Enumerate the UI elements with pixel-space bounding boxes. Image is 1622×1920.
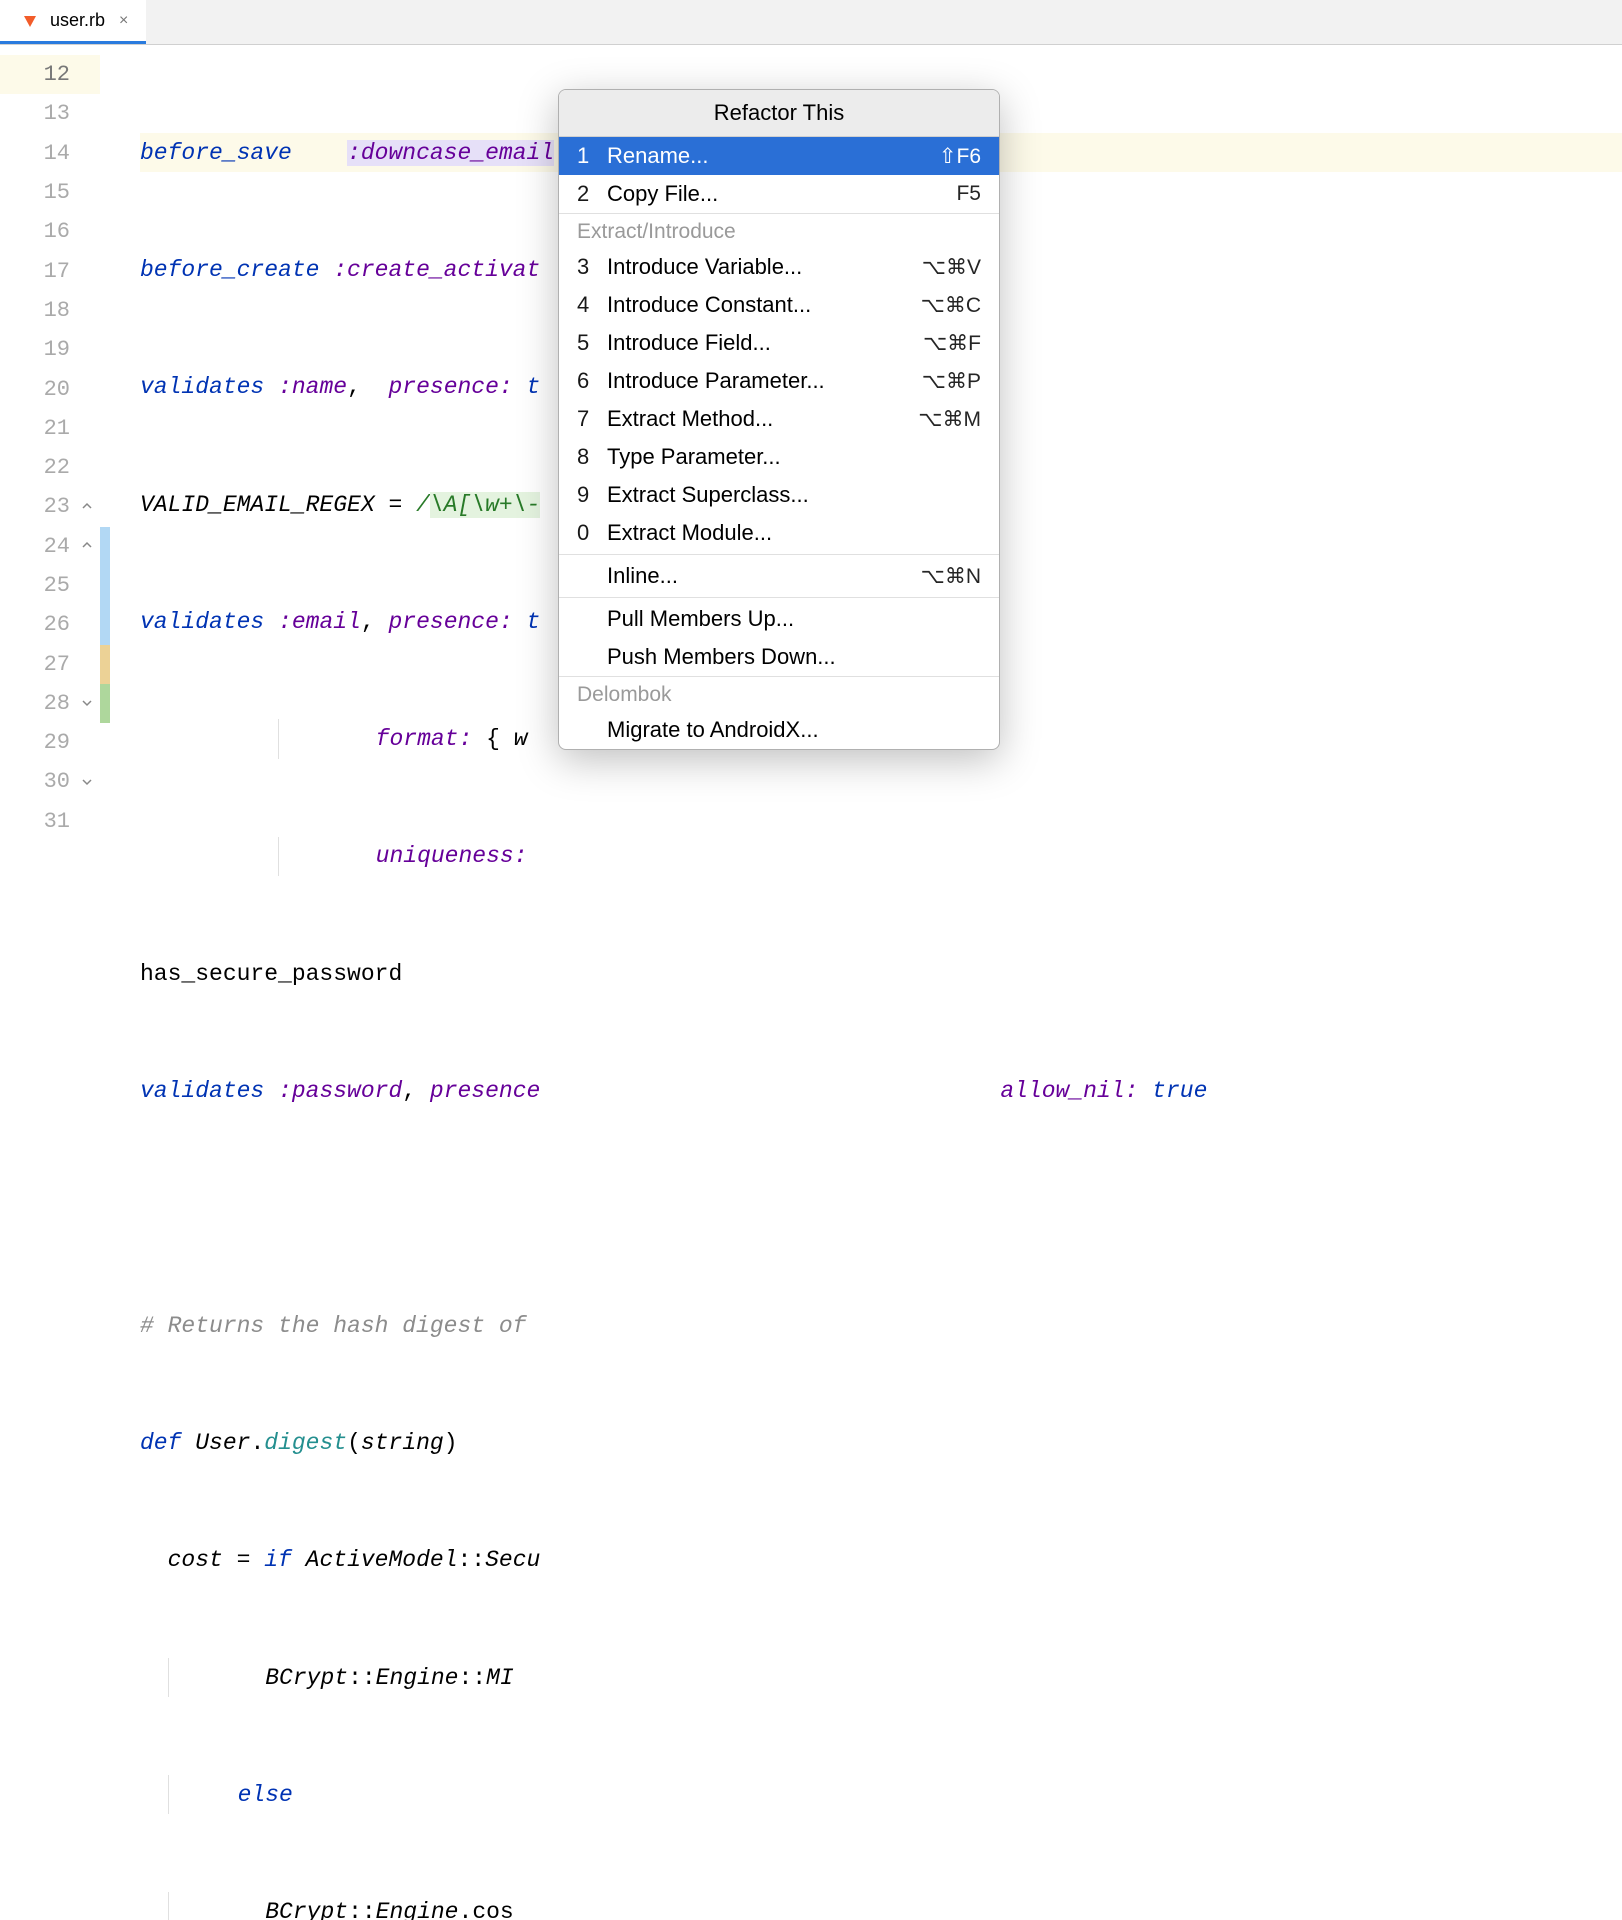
menu-item-label: Introduce Field... — [605, 330, 923, 356]
gutter-line-number: 20 — [0, 369, 100, 408]
gutter-line-number: 12 — [0, 55, 100, 94]
menu-item-number: 3 — [577, 254, 605, 280]
separator — [559, 597, 999, 598]
menu-item-number: 5 — [577, 330, 605, 356]
menu-item-number: 0 — [577, 520, 605, 546]
gutter-line-number: 23 — [0, 487, 100, 526]
fold-collapse-icon[interactable] — [80, 539, 94, 553]
gutter-line-number: 30 — [0, 762, 100, 801]
gutter-line-number: 26 — [0, 605, 100, 644]
menu-item-migrate-to-androidx[interactable]: Migrate to AndroidX... — [559, 711, 999, 749]
menu-item-label: Pull Members Up... — [605, 606, 981, 632]
menu-item-pull-members-up[interactable]: Pull Members Up... — [559, 600, 999, 638]
file-tab[interactable]: user.rb × — [0, 0, 146, 44]
menu-item-shortcut: F5 — [956, 182, 981, 206]
menu-item-introduce-parameter[interactable]: 6Introduce Parameter...⌥⌘P — [559, 362, 999, 400]
menu-item-label: Extract Method... — [605, 406, 918, 432]
menu-item-number: 4 — [577, 292, 605, 318]
menu-item-introduce-field[interactable]: 5Introduce Field...⌥⌘F — [559, 324, 999, 362]
gutter-line-number: 14 — [0, 134, 100, 173]
gutter-line-number: 17 — [0, 251, 100, 290]
popup-title: Refactor This — [559, 90, 999, 137]
menu-item-introduce-variable[interactable]: 3Introduce Variable...⌥⌘V — [559, 248, 999, 286]
tab-label: user.rb — [50, 10, 105, 31]
code-line: else — [140, 1775, 1622, 1814]
menu-item-inline[interactable]: Inline...⌥⌘N — [559, 557, 999, 595]
menu-item-shortcut: ⌥⌘M — [918, 407, 981, 432]
gutter-line-number: 15 — [0, 173, 100, 212]
menu-item-type-parameter[interactable]: 8Type Parameter... — [559, 438, 999, 476]
menu-item-label: Copy File... — [605, 181, 956, 207]
menu-item-number: 1 — [577, 143, 605, 169]
gutter-line-number: 31 — [0, 802, 100, 841]
menu-item-label: Rename... — [605, 143, 939, 169]
popup-section-delombok: Delombok — [559, 676, 999, 711]
menu-item-push-members-down[interactable]: Push Members Down... — [559, 638, 999, 676]
fold-collapse-icon[interactable] — [80, 500, 94, 514]
menu-item-shortcut: ⌥⌘V — [922, 255, 981, 280]
gutter-line-number: 22 — [0, 448, 100, 487]
ruby-file-icon — [20, 11, 40, 31]
gutter-line-number: 25 — [0, 566, 100, 605]
popup-section-extract: Extract/Introduce — [559, 213, 999, 248]
gutter-line-number: 28 — [0, 684, 100, 723]
code-line — [140, 1189, 1622, 1228]
menu-item-number: 6 — [577, 368, 605, 394]
menu-item-number: 9 — [577, 482, 605, 508]
code-line: # Returns the hash digest of — [140, 1306, 1622, 1345]
code-line: uniqueness: — [140, 837, 1622, 876]
close-icon[interactable]: × — [115, 12, 132, 30]
menu-item-label: Type Parameter... — [605, 444, 981, 470]
gutter-line-number: 18 — [0, 291, 100, 330]
menu-item-label: Extract Superclass... — [605, 482, 981, 508]
code-line: def User.digest(string) — [140, 1423, 1622, 1462]
menu-item-extract-superclass[interactable]: 9Extract Superclass... — [559, 476, 999, 514]
code-line: BCrypt::Engine.cos — [140, 1892, 1622, 1920]
gutter-line-number: 19 — [0, 330, 100, 369]
menu-item-extract-method[interactable]: 7Extract Method...⌥⌘M — [559, 400, 999, 438]
menu-item-label: Introduce Constant... — [605, 292, 921, 318]
menu-item-shortcut: ⌥⌘F — [923, 331, 981, 356]
menu-item-shortcut: ⌥⌘C — [921, 293, 981, 318]
tab-bar: user.rb × — [0, 0, 1622, 45]
menu-item-shortcut: ⇧F6 — [939, 144, 981, 169]
fold-expand-icon[interactable] — [80, 775, 94, 789]
code-line: BCrypt::Engine::MI — [140, 1658, 1622, 1697]
gutter-line-number: 16 — [0, 212, 100, 251]
menu-item-shortcut: ⌥⌘N — [921, 564, 981, 589]
menu-item-label: Extract Module... — [605, 520, 981, 546]
gutter-line-number: 29 — [0, 723, 100, 762]
menu-item-number: 8 — [577, 444, 605, 470]
refactor-popup: Refactor This 1Rename...⇧F62Copy File...… — [558, 89, 1000, 750]
menu-item-label: Migrate to AndroidX... — [605, 717, 981, 743]
menu-item-label: Push Members Down... — [605, 644, 981, 670]
gutter: 1213141516171819202122232425262728293031 — [0, 45, 100, 960]
menu-item-introduce-constant[interactable]: 4Introduce Constant...⌥⌘C — [559, 286, 999, 324]
menu-item-label: Introduce Variable... — [605, 254, 922, 280]
gutter-line-number: 13 — [0, 94, 100, 133]
separator — [559, 554, 999, 555]
menu-item-label: Inline... — [605, 563, 921, 589]
fold-expand-icon[interactable] — [80, 696, 94, 710]
menu-item-rename[interactable]: 1Rename...⇧F6 — [559, 137, 999, 175]
menu-item-number: 2 — [577, 181, 605, 207]
keyword: before_save — [140, 140, 292, 166]
gutter-line-number: 21 — [0, 409, 100, 448]
menu-item-shortcut: ⌥⌘P — [922, 369, 981, 394]
code-line: cost = if ActiveModel::Secu — [140, 1541, 1622, 1580]
menu-item-extract-module[interactable]: 0Extract Module... — [559, 514, 999, 552]
code-line: validates :password, presenceallow_nil: … — [140, 1071, 1622, 1110]
menu-item-number: 7 — [577, 406, 605, 432]
symbol-highlighted: :downcase_email — [347, 140, 554, 166]
gutter-line-number: 24 — [0, 527, 100, 566]
menu-item-label: Introduce Parameter... — [605, 368, 922, 394]
gutter-line-number: 27 — [0, 644, 100, 683]
menu-item-copy-file[interactable]: 2Copy File...F5 — [559, 175, 999, 213]
